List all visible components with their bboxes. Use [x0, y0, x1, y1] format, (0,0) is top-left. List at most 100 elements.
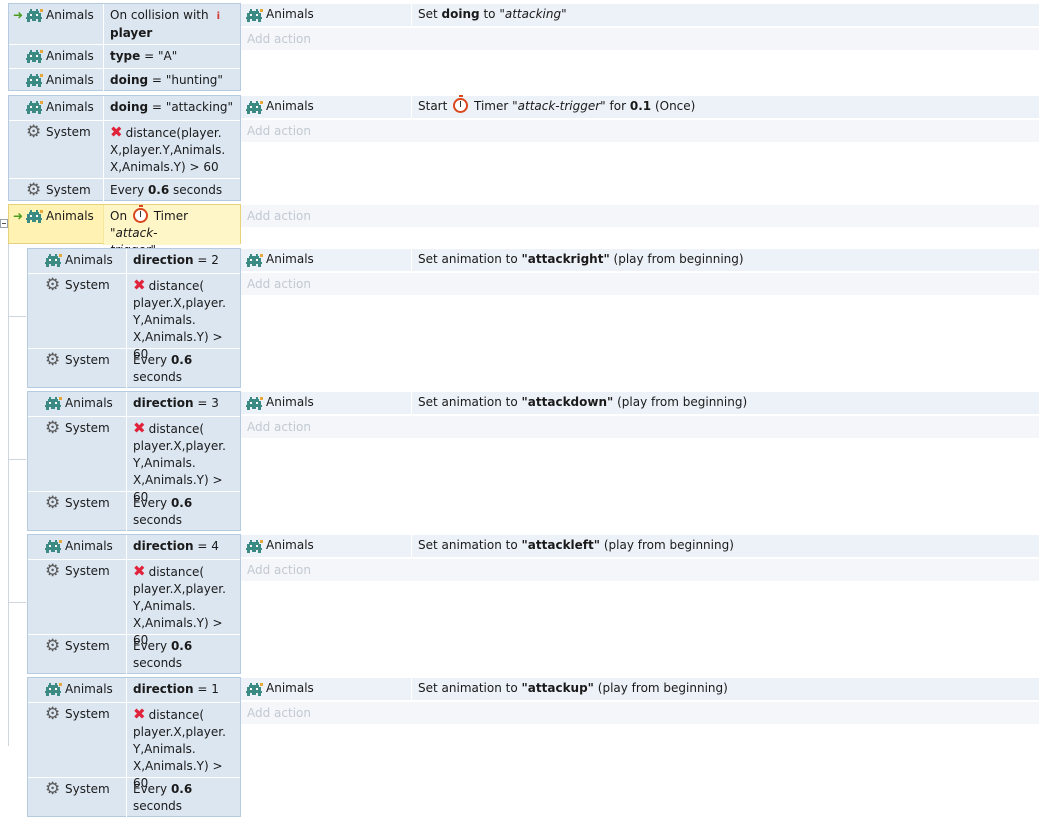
condition-row[interactable]: ⚙ System ✖ distance( player.X,player. Y,A…: [28, 702, 240, 790]
expression-line: player.X,player.: [133, 582, 226, 596]
action-row[interactable]: Animals Set animation to "attackup" (pla…: [241, 678, 1039, 700]
action-row[interactable]: Animals Set animation to "attackdown" (p…: [241, 392, 1039, 414]
condition-row[interactable]: ⚙ System Every 0.6 seconds: [28, 634, 240, 675]
condition-text[interactable]: ✖ distance(player. X,player.Y,Animals. X,…: [103, 121, 240, 178]
action-label: to: [483, 7, 496, 21]
action-text[interactable]: Start Timer "attack-trigger" for 0.1 (On…: [411, 95, 701, 118]
add-action-button[interactable]: Add action: [241, 28, 1039, 50]
condition-text[interactable]: Every 0.6 seconds: [103, 179, 240, 202]
add-action-button[interactable]: Add action: [241, 205, 1039, 227]
condition-row[interactable]: ⚙ System ✖ distance(player. X,player.Y,An…: [9, 120, 240, 178]
unit: seconds: [133, 370, 183, 384]
condition-text[interactable]: ✖ distance( player.X,player. Y,Animals. X…: [126, 560, 240, 647]
condition-object: ⚙ System: [28, 778, 126, 818]
condition-text[interactable]: direction = 2: [126, 249, 240, 273]
condition-text[interactable]: doing = "attacking": [103, 96, 240, 120]
condition-text[interactable]: Every 0.6 seconds: [126, 635, 240, 675]
condition-text[interactable]: type = "A": [103, 45, 240, 68]
event-3-conditions[interactable]: ➜ Animals On Timer "attack- trigger": [8, 204, 241, 257]
condition-row[interactable]: Animals doing = "attacking": [9, 96, 240, 120]
monster-sprite-icon: [26, 101, 43, 114]
condition-text[interactable]: doing = "hunting": [103, 69, 240, 92]
value: 1: [211, 682, 219, 696]
action-row[interactable]: Animals Set doing to "attacking": [241, 4, 1039, 26]
condition-row[interactable]: ➜ Animals On Timer "attack- trigger": [9, 205, 240, 257]
sub-event-conditions[interactable]: Animals direction = 3 ⚙ System ✖ distance…: [27, 391, 241, 532]
gear-icon: ⚙: [45, 493, 61, 513]
value: 3: [211, 396, 219, 410]
condition-row[interactable]: Animals type = "A": [9, 44, 240, 68]
operator: =: [197, 253, 208, 267]
condition-text[interactable]: direction = 3: [126, 392, 240, 416]
action-text[interactable]: Set animation to "attackright" (play fro…: [411, 249, 750, 271]
add-action-button[interactable]: Add action: [241, 120, 1039, 142]
gear-icon: ⚙: [45, 779, 61, 799]
event-1-conditions[interactable]: ➜ Animals On collision with i player Anim…: [8, 3, 241, 92]
condition-row[interactable]: Animals direction = 3: [28, 392, 240, 416]
add-action-button[interactable]: Add action: [241, 273, 1039, 295]
object-name: Animals: [266, 681, 314, 695]
sub-event-4[interactable]: Animals direction = 1 ⚙ System ✖ distance…: [0, 677, 1039, 818]
condition-text[interactable]: Every 0.6 seconds: [126, 778, 240, 818]
action-row[interactable]: Animals Set animation to "attackleft" (p…: [241, 535, 1039, 557]
condition-text[interactable]: ✖ distance( player.X,player. Y,Animals. X…: [126, 417, 240, 504]
condition-text[interactable]: ✖ distance( player.X,player. Y,Animals. X…: [126, 274, 240, 361]
condition-text[interactable]: On collision with i player: [103, 4, 240, 44]
condition-label: Timer: [153, 209, 189, 223]
variable-name: direction: [133, 539, 194, 553]
condition-row[interactable]: Animals direction = 2: [28, 249, 240, 273]
condition-row[interactable]: ⚙ System ✖ distance( player.X,player. Y,A…: [28, 559, 240, 647]
operator: =: [197, 396, 208, 410]
sub-event-conditions[interactable]: Animals direction = 4 ⚙ System ✖ distance…: [27, 534, 241, 675]
condition-row[interactable]: ➜ Animals On collision with i player: [9, 4, 240, 44]
add-action-button[interactable]: Add action: [241, 559, 1039, 581]
timer-name: "attack-trigger": [512, 99, 606, 113]
condition-row[interactable]: ⚙ System Every 0.6 seconds: [9, 178, 240, 202]
condition-row[interactable]: Animals doing = "hunting": [9, 68, 240, 92]
condition-text[interactable]: direction = 4: [126, 535, 240, 559]
condition-text[interactable]: direction = 1: [126, 678, 240, 702]
action-text[interactable]: Set animation to "attackleft" (play from…: [411, 535, 740, 557]
event-3[interactable]: ➜ Animals On Timer "attack- trigger" Add…: [0, 204, 1039, 257]
condition-row[interactable]: ⚙ System Every 0.6 seconds: [28, 348, 240, 389]
sub-event-conditions[interactable]: Animals direction = 2 ⚙ System ✖ distance…: [27, 248, 241, 389]
condition-text[interactable]: ✖ distance( player.X,player. Y,Animals. X…: [126, 703, 240, 790]
sub-event-2[interactable]: Animals direction = 3 ⚙ System ✖ distance…: [0, 391, 1039, 532]
operator: =: [144, 49, 155, 63]
action-label: Timer: [473, 99, 509, 113]
condition-row[interactable]: ⚙ System ✖ distance( player.X,player. Y,A…: [28, 273, 240, 361]
action-row[interactable]: Animals Set animation to "attackright" (…: [241, 249, 1039, 271]
event-2-conditions[interactable]: Animals doing = "attacking" ⚙ System ✖ di…: [8, 95, 241, 202]
condition-row[interactable]: Animals direction = 1: [28, 678, 240, 702]
action-text[interactable]: Set animation to "attackdown" (play from…: [411, 392, 753, 414]
condition-text[interactable]: On Timer "attack- trigger": [103, 205, 240, 257]
action-label: Set animation to: [418, 252, 518, 266]
condition-text[interactable]: Every 0.6 seconds: [126, 349, 240, 389]
sub-event-3[interactable]: Animals direction = 4 ⚙ System ✖ distance…: [0, 534, 1039, 675]
monster-sprite-icon: [246, 540, 263, 553]
monster-sprite-icon: [45, 540, 62, 553]
value: 0.6: [147, 183, 170, 197]
add-action-button[interactable]: Add action: [241, 702, 1039, 724]
object-name: System: [65, 564, 110, 578]
sub-event-1[interactable]: Animals direction = 2 ⚙ System ✖ distance…: [0, 248, 1039, 389]
condition-row[interactable]: ⚙ System Every 0.6 seconds: [28, 777, 240, 818]
action-row[interactable]: Animals Start Timer "attack-trigger" for…: [241, 95, 1039, 118]
expression-line: Y,Animals.: [133, 742, 196, 756]
action-text[interactable]: Set doing to "attacking": [411, 4, 573, 26]
timer-icon: [132, 205, 148, 223]
event-1[interactable]: ➜ Animals On collision with i player Anim…: [0, 3, 1039, 92]
add-action-button[interactable]: Add action: [241, 416, 1039, 438]
action-text[interactable]: Set animation to "attackup" (play from b…: [411, 678, 734, 700]
condition-row[interactable]: ⚙ System ✖ distance( player.X,player. Y,A…: [28, 416, 240, 504]
condition-row[interactable]: Animals direction = 4: [28, 535, 240, 559]
monster-sprite-icon: [246, 254, 263, 267]
sub-event-conditions[interactable]: Animals direction = 1 ⚙ System ✖ distance…: [27, 677, 241, 818]
event-2[interactable]: Animals doing = "attacking" ⚙ System ✖ di…: [0, 95, 1039, 202]
red-x-icon: ✖: [110, 123, 123, 141]
monster-sprite-icon: [246, 101, 263, 114]
expression-line: distance(: [148, 708, 205, 722]
timer-mode: (Once): [654, 99, 696, 113]
condition-row[interactable]: ⚙ System Every 0.6 seconds: [28, 491, 240, 532]
condition-text[interactable]: Every 0.6 seconds: [126, 492, 240, 532]
